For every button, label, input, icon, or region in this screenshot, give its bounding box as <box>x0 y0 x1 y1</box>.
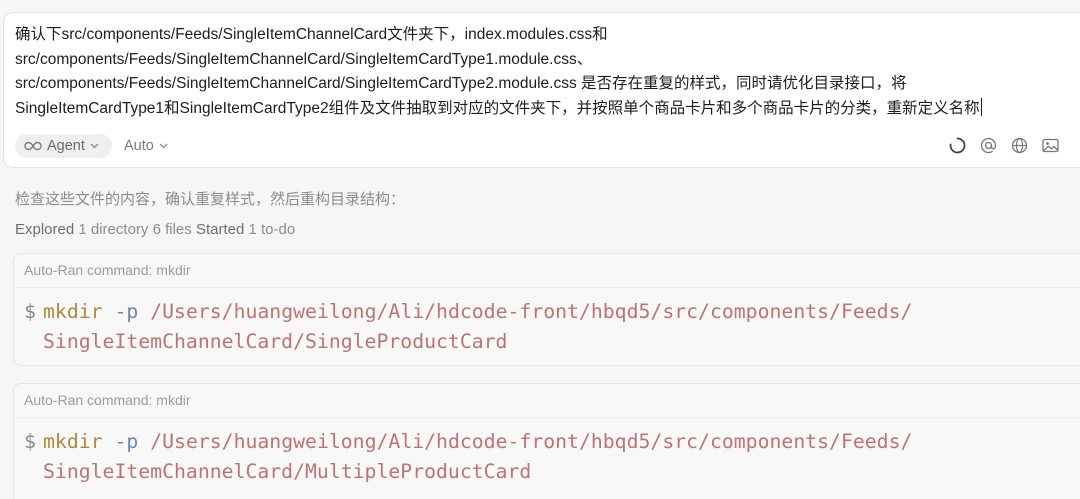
command-path: SingleItemChannelCard/MultipleProductCar… <box>43 459 532 483</box>
assistant-intro-text: 检查这些文件的内容，确认重复样式，然后重构目录结构： <box>15 191 406 208</box>
command-binary: mkdir <box>43 300 103 323</box>
command-card[interactable]: Auto-Ran command: mkdir $ mkdir -p /Users… <box>13 253 1080 366</box>
prompt-line-last: SingleItemCardType1和SingleItemCardType2组… <box>15 97 1075 122</box>
command-card-header: Auto-Ran command: mkdir <box>14 254 1080 288</box>
prompt-symbol: $ <box>24 430 36 453</box>
explored-detail[interactable]: 1 directory 6 files <box>78 221 191 238</box>
composer-actions <box>935 136 1059 154</box>
command-card-header: Auto-Ran command: mkdir <box>14 384 1080 418</box>
prompt-line: src/components/Feeds/SingleItemChannelCa… <box>15 75 907 93</box>
command-card[interactable]: Auto-Ran command: mkdir $ mkdir -p /Users… <box>13 383 1080 499</box>
chevron-down-icon <box>90 143 99 149</box>
at-sign-icon[interactable] <box>979 136 997 154</box>
command-binary: mkdir <box>43 430 103 453</box>
prompt-symbol: $ <box>24 300 36 323</box>
model-selector-button[interactable]: Auto <box>124 134 168 158</box>
command-code: $ mkdir -p /Users/huangweilong/Ali/hdcode… <box>14 288 1080 356</box>
command-line: $ mkdir -p /Users/huangweilong/Ali/hdcode… <box>24 427 1080 457</box>
command-path: /Users/huangweilong/Ali/hdcode-front/hbq… <box>150 300 913 323</box>
composer-controls: Agent Auto <box>15 133 1075 159</box>
mode-label: Agent <box>47 138 85 154</box>
explored-label: Explored <box>15 221 75 238</box>
prompt-line-text: SingleItemCardType1和SingleItemCardType2组… <box>15 99 980 117</box>
globe-icon[interactable] <box>1010 136 1028 154</box>
image-icon[interactable] <box>1041 136 1059 154</box>
command-line-wrap: SingleItemChannelCard/MultipleProductCar… <box>24 457 1080 487</box>
command-flag: -p <box>114 300 139 323</box>
model-label: Auto <box>124 138 154 154</box>
command-path: /Users/huangweilong/Ali/hdcode-front/hbq… <box>150 430 913 453</box>
prompt-input[interactable]: 确认下src/components/Feeds/SingleItemChanne… <box>15 23 1075 121</box>
started-label: Started <box>195 221 245 238</box>
activity-summary: Explored 1 directory 6 files Started 1 t… <box>15 221 295 238</box>
chevron-down-icon <box>159 143 168 149</box>
command-line-wrap: SingleItemChannelCard/SingleProductCard <box>24 327 1080 357</box>
infinity-icon <box>24 141 42 151</box>
command-code: $ mkdir -p /Users/huangweilong/Ali/hdcode… <box>14 418 1080 486</box>
chat-composer[interactable]: 确认下src/components/Feeds/SingleItemChanne… <box>3 12 1080 168</box>
prompt-line: src/components/Feeds/SingleItemChannelCa… <box>15 50 593 68</box>
command-line: $ mkdir -p /Users/huangweilong/Ali/hdcode… <box>24 297 1080 327</box>
text-caret <box>980 97 982 116</box>
loading-spinner-icon <box>948 136 966 154</box>
command-path: SingleItemChannelCard/SingleProductCard <box>43 329 508 353</box>
command-flag: -p <box>114 430 139 453</box>
started-detail[interactable]: 1 to-do <box>248 221 295 238</box>
prompt-line: 确认下src/components/Feeds/SingleItemChanne… <box>15 26 608 43</box>
mode-selector-button[interactable]: Agent <box>15 134 112 158</box>
